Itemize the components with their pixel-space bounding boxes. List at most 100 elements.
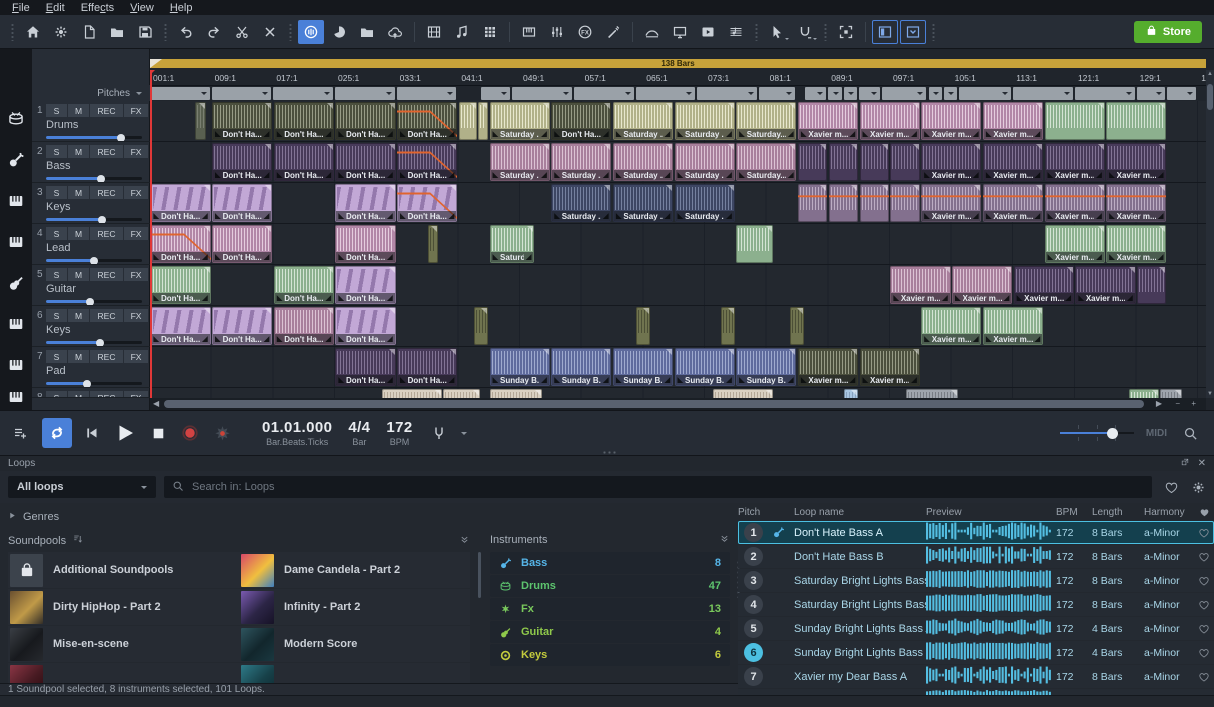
notation-button[interactable] xyxy=(723,20,749,44)
audio-clip[interactable] xyxy=(428,225,438,263)
pitches-dropdown[interactable]: Pitches xyxy=(32,85,150,101)
section-header-cell[interactable] xyxy=(1075,87,1135,100)
audio-clip[interactable]: Saturday ... xyxy=(675,184,735,222)
audio-clip[interactable]: Xavier m... xyxy=(798,348,858,386)
track-lane-8[interactable] xyxy=(150,388,1206,398)
audio-clip[interactable] xyxy=(790,307,804,345)
tuner-chevron-icon[interactable] xyxy=(461,432,467,438)
stop-button[interactable] xyxy=(150,425,167,442)
playhead[interactable] xyxy=(150,70,152,398)
section-header-cell[interactable] xyxy=(512,87,572,100)
audio-clip[interactable]: Xavier m... xyxy=(1045,184,1105,222)
track-8-s-button[interactable]: S xyxy=(46,391,67,398)
audio-clip[interactable] xyxy=(860,143,889,181)
toolbar-drag-handle[interactable] xyxy=(10,23,15,41)
section-header-cell[interactable] xyxy=(1137,87,1166,100)
soundpool-button[interactable] xyxy=(449,20,475,44)
track-lane-2[interactable]: Don't Ha...Don't Ha...Don't Ha...Don't H… xyxy=(150,142,1206,183)
audio-effects-button[interactable] xyxy=(600,20,626,44)
track-header-3[interactable]: 3 SMRECFX Keys xyxy=(32,183,150,224)
loop-row-xavier-my-dear-bass-a[interactable]: 7 Xavier my Dear Bass A 172 8 Bars a-Min… xyxy=(738,665,1214,688)
audio-clip[interactable]: Xavier m... xyxy=(921,307,981,345)
loop-preview-waveform[interactable] xyxy=(926,546,1056,567)
audio-clip[interactable] xyxy=(636,307,650,345)
audio-clip[interactable]: Xavier m... xyxy=(890,266,950,304)
collapse-double-chevron-icon[interactable] xyxy=(719,533,730,547)
audio-clip[interactable]: Saturday ... xyxy=(490,225,535,263)
loop-preview-waveform[interactable] xyxy=(926,570,1056,591)
track-header-5[interactable]: 5 SMRECFX Guitar xyxy=(32,265,150,306)
track-volume-slider[interactable] xyxy=(46,300,142,303)
track-5-m-button[interactable]: M xyxy=(68,268,89,281)
audio-clip[interactable]: Saturday ... xyxy=(675,143,735,181)
section-header-cell[interactable] xyxy=(697,87,757,100)
favorite-heart-icon[interactable] xyxy=(1194,671,1214,683)
section-header-cell[interactable] xyxy=(397,87,457,100)
audio-clip[interactable]: Xavier m... xyxy=(1045,225,1105,263)
audio-clip[interactable]: Don't Ha... xyxy=(212,184,272,222)
column-preview[interactable]: Preview xyxy=(926,507,1056,518)
vertical-scrollbar-thumb[interactable] xyxy=(1207,84,1213,110)
audio-clip[interactable]: Xavier m... xyxy=(1106,143,1166,181)
audio-clip[interactable]: Don't Ha... xyxy=(274,266,334,304)
audio-clip[interactable]: Don't Ha... xyxy=(397,348,457,386)
section-header-cell[interactable] xyxy=(759,87,796,100)
track-header-1[interactable]: 1 SMRECFX Drums xyxy=(32,101,150,142)
audio-clip[interactable]: Don't Ha... xyxy=(335,102,395,140)
favorite-heart-icon[interactable] xyxy=(1194,527,1214,539)
open-project-button[interactable] xyxy=(104,20,130,44)
audio-clip[interactable]: Don't Ha... xyxy=(151,184,211,222)
delete-button[interactable] xyxy=(257,20,283,44)
audio-clip[interactable]: Sunday B... xyxy=(490,348,550,386)
audio-clip[interactable] xyxy=(798,143,827,181)
track-3-fx-button[interactable]: FX xyxy=(124,186,148,199)
menu-item-help[interactable]: Help xyxy=(162,2,201,14)
favorites-filter-icon[interactable] xyxy=(1164,480,1179,495)
instruments-button[interactable] xyxy=(516,20,542,44)
section-header-cell[interactable] xyxy=(805,87,826,100)
track-8-fx-button[interactable]: FX xyxy=(124,391,148,398)
zoom-slider[interactable] xyxy=(1060,425,1134,441)
scroll-right-icon[interactable]: ▶ xyxy=(1156,399,1162,408)
audio-clip[interactable]: Saturday ... xyxy=(490,143,550,181)
audio-clip[interactable] xyxy=(459,102,477,140)
audio-clip[interactable]: Saturday... xyxy=(736,143,796,181)
skip-to-start-button[interactable] xyxy=(84,425,100,441)
track-3-s-button[interactable]: S xyxy=(46,186,67,199)
section-header-cell[interactable] xyxy=(212,87,272,100)
store-button[interactable]: Store xyxy=(1134,21,1202,43)
loop-range-bar[interactable]: 138 Bars xyxy=(150,59,1206,68)
horizontal-scrollbar-thumb[interactable] xyxy=(164,400,1144,408)
audio-clip[interactable]: Xavier m... xyxy=(983,143,1043,181)
loops-settings-icon[interactable] xyxy=(1191,480,1206,495)
track-6-m-button[interactable]: M xyxy=(68,309,89,322)
cut-button[interactable] xyxy=(229,20,255,44)
audio-clip[interactable]: Sunday B... xyxy=(736,348,796,386)
timeline-ruler[interactable]: 001:1009:1017:1025:1033:1041:1049:1057:1… xyxy=(150,70,1206,86)
close-panel-icon[interactable]: ✕ xyxy=(1198,458,1206,469)
audio-clip[interactable]: Don't Ha... xyxy=(335,266,395,304)
audio-clip[interactable]: Don't Ha... xyxy=(335,307,395,345)
menu-item-view[interactable]: View xyxy=(122,2,162,14)
add-object-button[interactable] xyxy=(12,425,28,441)
track-header-4[interactable]: 4 SMRECFX Lead xyxy=(32,224,150,265)
loop-preview-waveform[interactable] xyxy=(926,522,1056,543)
track-3-m-button[interactable]: M xyxy=(68,186,89,199)
pitch-badge[interactable]: 7 xyxy=(744,667,763,686)
track-1-s-button[interactable]: S xyxy=(46,104,67,117)
track-volume-slider[interactable] xyxy=(46,259,142,262)
section-header-cell[interactable] xyxy=(959,87,1011,100)
audio-clip[interactable]: Xavier m... xyxy=(860,102,920,140)
panel-bottom-button[interactable] xyxy=(900,20,926,44)
collapse-double-chevron-icon[interactable] xyxy=(459,534,470,548)
video-templates-button[interactable] xyxy=(421,20,447,44)
audio-clip[interactable] xyxy=(798,184,827,222)
track-7-m-button[interactable]: M xyxy=(68,350,89,363)
track-lane-7[interactable]: Don't Ha...Don't Ha...Sunday B...Sunday … xyxy=(150,347,1206,388)
favorite-heart-icon[interactable] xyxy=(1194,575,1214,587)
loop-row-saturday-bright-lights-bass-a[interactable]: 3 Saturday Bright Lights Bass A 172 8 Ba… xyxy=(738,569,1214,592)
horizontal-scrollbar[interactable]: ◀ ▶ − + xyxy=(150,398,1206,410)
audio-clip[interactable]: Xavier m... xyxy=(983,184,1043,222)
loop-preview-waveform[interactable] xyxy=(926,666,1056,687)
audio-clip[interactable]: Saturday... xyxy=(736,102,796,140)
